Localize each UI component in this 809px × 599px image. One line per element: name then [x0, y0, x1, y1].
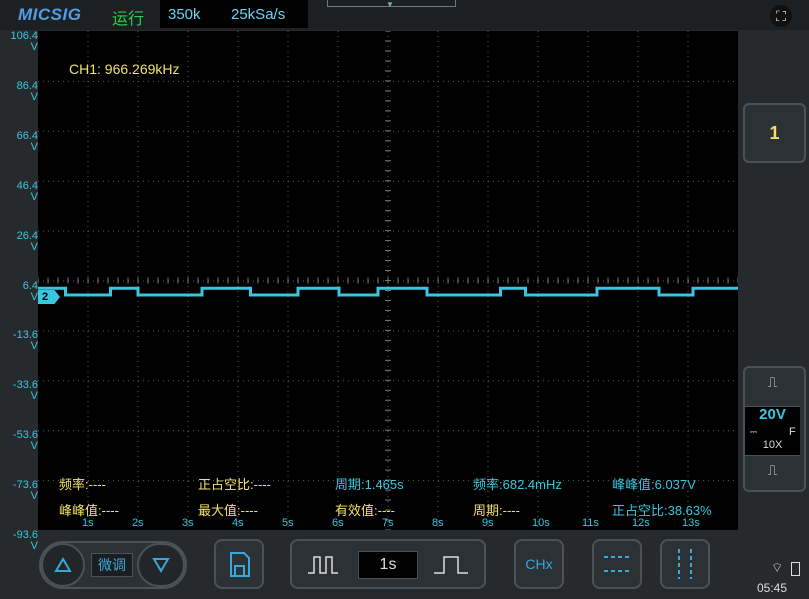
y-axis-unit: V — [30, 41, 38, 53]
y-axis-unit: V — [30, 440, 38, 453]
wifi-icon: ⌔ — [771, 560, 784, 575]
waveform-display[interactable] — [38, 31, 738, 530]
wide-pulse-icon — [434, 556, 468, 574]
save-icon — [230, 552, 250, 577]
y-axis-value: 26.4 — [16, 229, 38, 242]
x-axis-tick-label: 5s — [282, 517, 294, 529]
measurement-item[interactable]: 周期:1.465s — [335, 474, 404, 493]
measurement-item[interactable]: 有效值:---- — [335, 500, 395, 519]
horizontal-cursor-button[interactable] — [592, 539, 642, 589]
fine-adjust-label[interactable]: 微调 — [91, 553, 133, 577]
y-axis-unit: V — [30, 90, 38, 103]
volts-up-icon[interactable]: ⎍ — [745, 374, 800, 391]
run-stop-status[interactable]: 运行 — [112, 5, 144, 29]
y-axis-unit: V — [30, 140, 38, 153]
trigger-position-icon: ▼ — [386, 0, 394, 9]
measurement-item[interactable]: 最大值:---- — [198, 500, 258, 519]
sample-rate: 25kSa/s — [231, 6, 286, 23]
volts-down-icon[interactable]: ⎍ — [745, 462, 800, 479]
x-axis-tick-label: 10s — [532, 517, 550, 529]
narrow-pulse-icon — [308, 556, 338, 574]
ch2-volts-per-div: 20V — [759, 406, 786, 423]
y-axis-unit: V — [30, 190, 38, 203]
measurement-item[interactable]: 峰峰值:6.037V — [612, 474, 696, 493]
adjust-up-button[interactable] — [41, 543, 85, 587]
timebase-value: 1s — [358, 551, 418, 579]
triangle-down-icon — [152, 558, 170, 573]
measurement-item[interactable]: 频率:682.4mHz — [473, 474, 562, 493]
triangle-up-icon — [54, 557, 72, 572]
y-axis-unit: V — [30, 490, 38, 503]
y-axis-unit: V — [30, 290, 38, 303]
ch1-frequency-readout: CH1: 966.269kHz — [69, 61, 180, 77]
waveform-plot — [38, 31, 738, 530]
channel-select-button[interactable]: CHx — [514, 539, 564, 589]
micsig-logo: MICSIG — [18, 5, 82, 24]
ch1-button[interactable]: 1 — [743, 103, 806, 163]
clock: 05:45 — [757, 581, 788, 595]
horizontal-cursor-icon — [604, 556, 630, 572]
dc-coupling-icon: ⎓ — [750, 427, 757, 437]
measurement-item[interactable]: 正占空比:---- — [198, 474, 271, 493]
x-axis-tick-label: 3s — [182, 517, 194, 529]
measurement-item[interactable]: 周期:---- — [473, 500, 520, 519]
measurement-item[interactable]: 频率:---- — [59, 474, 106, 493]
timebase-decrease-button[interactable] — [300, 547, 350, 581]
x-axis-tick-label: 11s — [582, 517, 599, 529]
y-axis-unit: V — [30, 540, 38, 552]
x-axis-tick-label: 8s — [432, 517, 444, 529]
y-axis-unit: V — [30, 340, 38, 353]
measurement-item[interactable]: 正占空比:38.63% — [612, 500, 712, 519]
fullscreen-icon[interactable]: ⛶ — [770, 5, 792, 27]
x-axis-tick-label: 2s — [132, 517, 144, 529]
adjust-down-button[interactable] — [137, 543, 185, 587]
memory-depth: 350k — [168, 6, 201, 23]
vertical-cursor-button[interactable] — [660, 539, 710, 589]
ch2-probe-ratio: 10X — [762, 439, 783, 451]
save-button[interactable] — [214, 539, 264, 589]
measurement-item[interactable]: 峰峰值:---- — [59, 500, 119, 519]
y-axis-unit: V — [30, 240, 38, 253]
ch2-bandwidth: F — [789, 426, 796, 438]
y-axis-value: 6.4 — [22, 279, 38, 292]
battery-icon — [791, 562, 800, 576]
chx-label: CHx — [525, 556, 553, 572]
vertical-cursor-icon — [678, 549, 692, 579]
timebase-increase-button[interactable] — [426, 547, 476, 581]
y-axis-unit: V — [30, 390, 38, 403]
